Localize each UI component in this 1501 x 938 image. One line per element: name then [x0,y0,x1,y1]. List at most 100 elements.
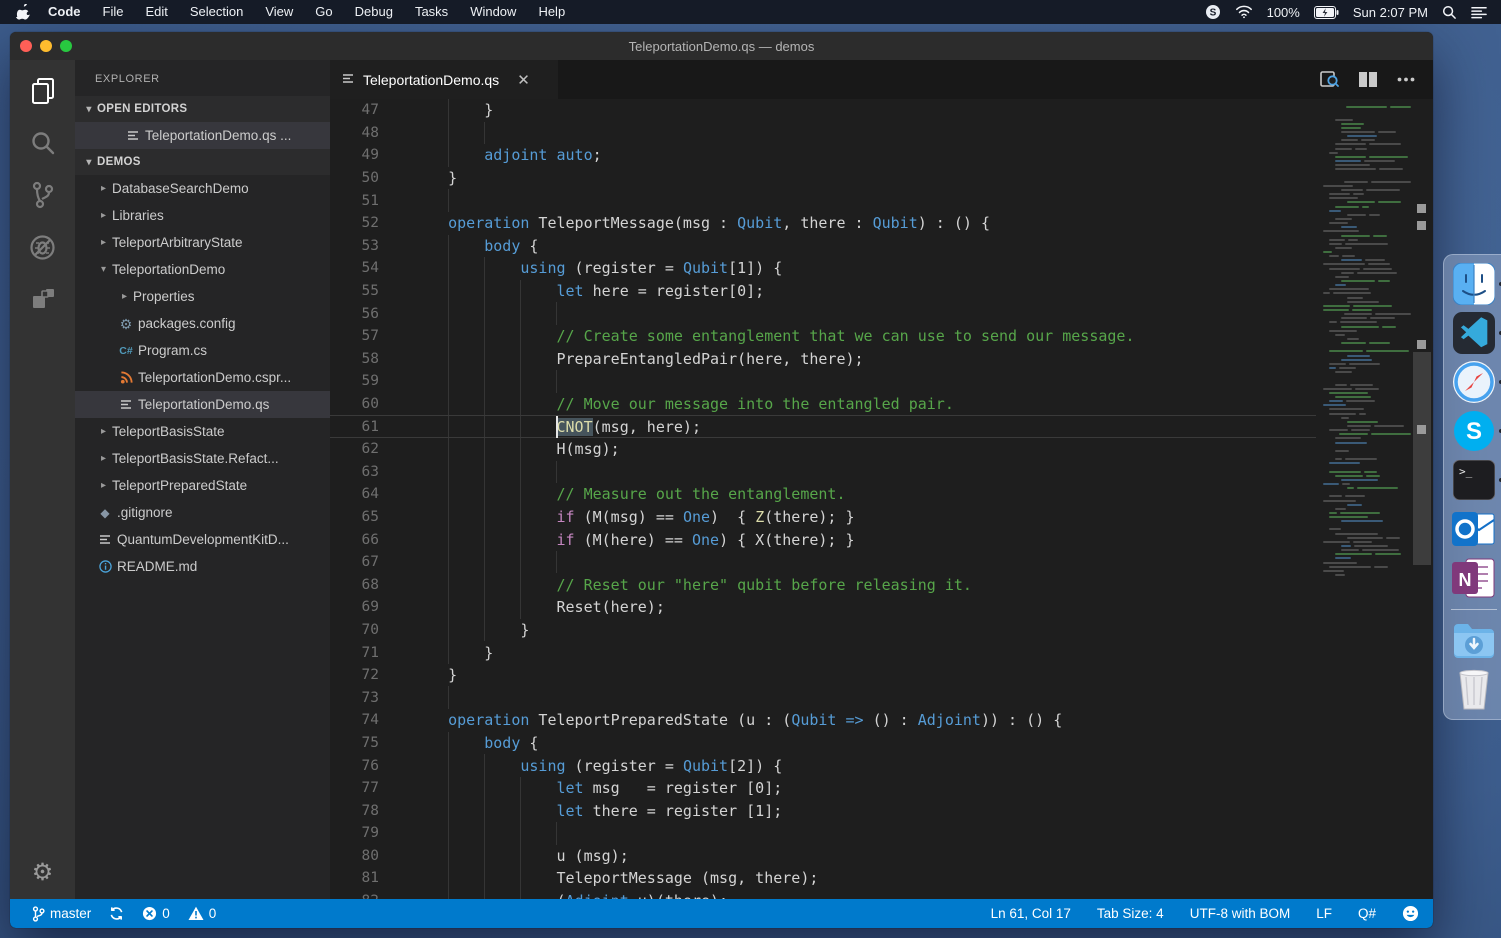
menu-item-selection[interactable]: Selection [179,4,254,19]
menu-item-tasks[interactable]: Tasks [404,4,459,19]
close-window-button[interactable] [20,40,32,52]
dock-onenote-icon[interactable]: N [1452,556,1496,600]
sync-icon[interactable] [109,906,124,921]
code-line[interactable]: 74 operation TeleportPreparedState (u : … [330,709,1316,732]
code-line[interactable]: 51 [330,189,1316,212]
dock-trash-icon[interactable] [1452,668,1496,712]
extensions-icon[interactable] [28,284,58,314]
tab-teleportationdemo[interactable]: TeleportationDemo.qs ✕ [330,60,558,99]
title-bar[interactable]: TeleportationDemo.qs — demos [10,32,1433,60]
code-line-current[interactable]: 61 CNOT(msg, here); [330,415,1316,438]
menu-item-edit[interactable]: Edit [134,4,178,19]
tree-item[interactable]: ▸TeleportBasisState [75,418,330,445]
code-line[interactable]: 53 body { [330,235,1316,258]
menu-item-help[interactable]: Help [527,4,576,19]
twistie-icon[interactable]: ▸ [95,453,112,464]
code-line[interactable]: 57 // Create some entanglement that we c… [330,325,1316,348]
code-line[interactable]: 58 PrepareEntangledPair(here, there); [330,348,1316,371]
code-line[interactable]: 72 } [330,664,1316,687]
tree-item[interactable]: README.md [75,553,330,580]
twistie-icon[interactable]: ▸ [95,210,112,221]
minimize-window-button[interactable] [40,40,52,52]
tree-item[interactable]: TeleportationDemo.qs [75,391,330,418]
dock-terminal-icon[interactable]: >_ [1452,458,1496,502]
apple-logo-icon[interactable] [12,4,37,21]
dock-finder-icon[interactable] [1452,262,1496,306]
tree-item[interactable]: ▸TeleportPreparedState [75,472,330,499]
code-line[interactable]: 73 [330,686,1316,709]
find-references-icon[interactable] [1320,71,1339,88]
dock-skype-icon[interactable]: S [1452,409,1496,453]
menu-item-go[interactable]: Go [304,4,343,19]
twistie-icon[interactable]: ▸ [95,237,112,248]
tree-item[interactable]: ▸TeleportBasisState.Refact... [75,445,330,472]
code-line[interactable]: 54 using (register = Qubit[1]) { [330,257,1316,280]
dock-downloads-icon[interactable] [1452,619,1496,663]
tree-item[interactable]: ◆.gitignore [75,499,330,526]
tree-item[interactable]: ▸TeleportArbitraryState [75,229,330,256]
menu-clock[interactable]: Sun 2:07 PM [1353,5,1428,20]
dock-vscode-icon[interactable] [1452,311,1496,355]
dock-safari-icon[interactable] [1452,360,1496,404]
twistie-icon[interactable]: ▸ [116,291,133,302]
debug-icon[interactable] [28,232,58,262]
code-line[interactable]: 76 using (register = Qubit[2]) { [330,754,1316,777]
twistie-icon[interactable]: ▾ [95,264,112,275]
code-line[interactable]: 56 [330,302,1316,325]
code-line[interactable]: 55 let here = register[0]; [330,280,1316,303]
split-editor-icon[interactable] [1359,72,1377,87]
code-line[interactable]: 79 [330,822,1316,845]
tree-item[interactable]: ▸DatabaseSearchDemo [75,175,330,202]
code-line[interactable]: 75 body { [330,732,1316,755]
twistie-icon[interactable]: ▸ [95,183,112,194]
folder-header[interactable]: ▾ DEMOS [75,149,330,175]
code-line[interactable]: 78 let there = register [1]; [330,799,1316,822]
source-control-icon[interactable] [28,180,58,210]
open-editors-header[interactable]: ▾ OPEN EDITORS [75,96,330,122]
skype-status-icon[interactable]: S [1205,4,1221,20]
warning-count[interactable]: 0 [188,906,217,921]
code-line[interactable]: 48 [330,122,1316,145]
tree-item[interactable]: QuantumDevelopmentKitD... [75,526,330,553]
code-line[interactable]: 60 // Move our message into the entangle… [330,393,1316,416]
minimap[interactable] [1316,99,1411,899]
code-line[interactable]: 63 [330,461,1316,484]
tree-item[interactable]: C#Program.cs [75,337,330,364]
zoom-window-button[interactable] [60,40,72,52]
tree-item[interactable]: ⚙packages.config [75,310,330,337]
code-line[interactable]: 67 [330,551,1316,574]
tree-item[interactable]: ▸Properties [75,283,330,310]
error-count[interactable]: 0 [142,906,170,921]
code-line[interactable]: 49 adjoint auto; [330,144,1316,167]
editor-scrollbar[interactable] [1411,99,1433,899]
code-line[interactable]: 82 (Adjoint u)(there); [330,890,1316,899]
menu-item-view[interactable]: View [254,4,304,19]
menu-item-debug[interactable]: Debug [344,4,404,19]
status-tab-size[interactable]: Tab Size: 4 [1097,906,1164,921]
status-encoding[interactable]: UTF-8 with BOM [1190,906,1291,921]
code-line[interactable]: 77 let msg = register [0]; [330,777,1316,800]
scrollbar-thumb[interactable] [1413,352,1431,565]
code-line[interactable]: 64 // Measure out the entanglement. [330,483,1316,506]
code-line[interactable]: 65 if (M(msg) == One) { Z(there); } [330,506,1316,529]
wifi-icon[interactable] [1235,5,1253,19]
twistie-icon[interactable]: ▸ [95,480,112,491]
tree-item[interactable]: ▸Libraries [75,202,330,229]
code-line[interactable]: 80 u (msg); [330,845,1316,868]
search-icon[interactable] [28,128,58,158]
tree-item[interactable]: ▾TeleportationDemo [75,256,330,283]
open-editor-item[interactable]: TeleportationDemo.qs ... [75,122,330,149]
git-branch-indicator[interactable]: master [32,906,91,922]
code-line[interactable]: 70 } [330,619,1316,642]
tab-close-icon[interactable]: ✕ [517,71,530,89]
notification-center-icon[interactable] [1471,6,1487,19]
spotlight-search-icon[interactable] [1442,5,1457,20]
dock-outlook-icon[interactable] [1452,507,1496,551]
twistie-icon[interactable]: ▸ [95,426,112,437]
code-line[interactable]: 68 // Reset our "here" qubit before rele… [330,573,1316,596]
code-line[interactable]: 81 TeleportMessage (msg, there); [330,867,1316,890]
status-eol[interactable]: LF [1316,906,1332,921]
menu-item-window[interactable]: Window [459,4,527,19]
code-line[interactable]: 71 } [330,641,1316,664]
code-line[interactable]: 59 [330,370,1316,393]
